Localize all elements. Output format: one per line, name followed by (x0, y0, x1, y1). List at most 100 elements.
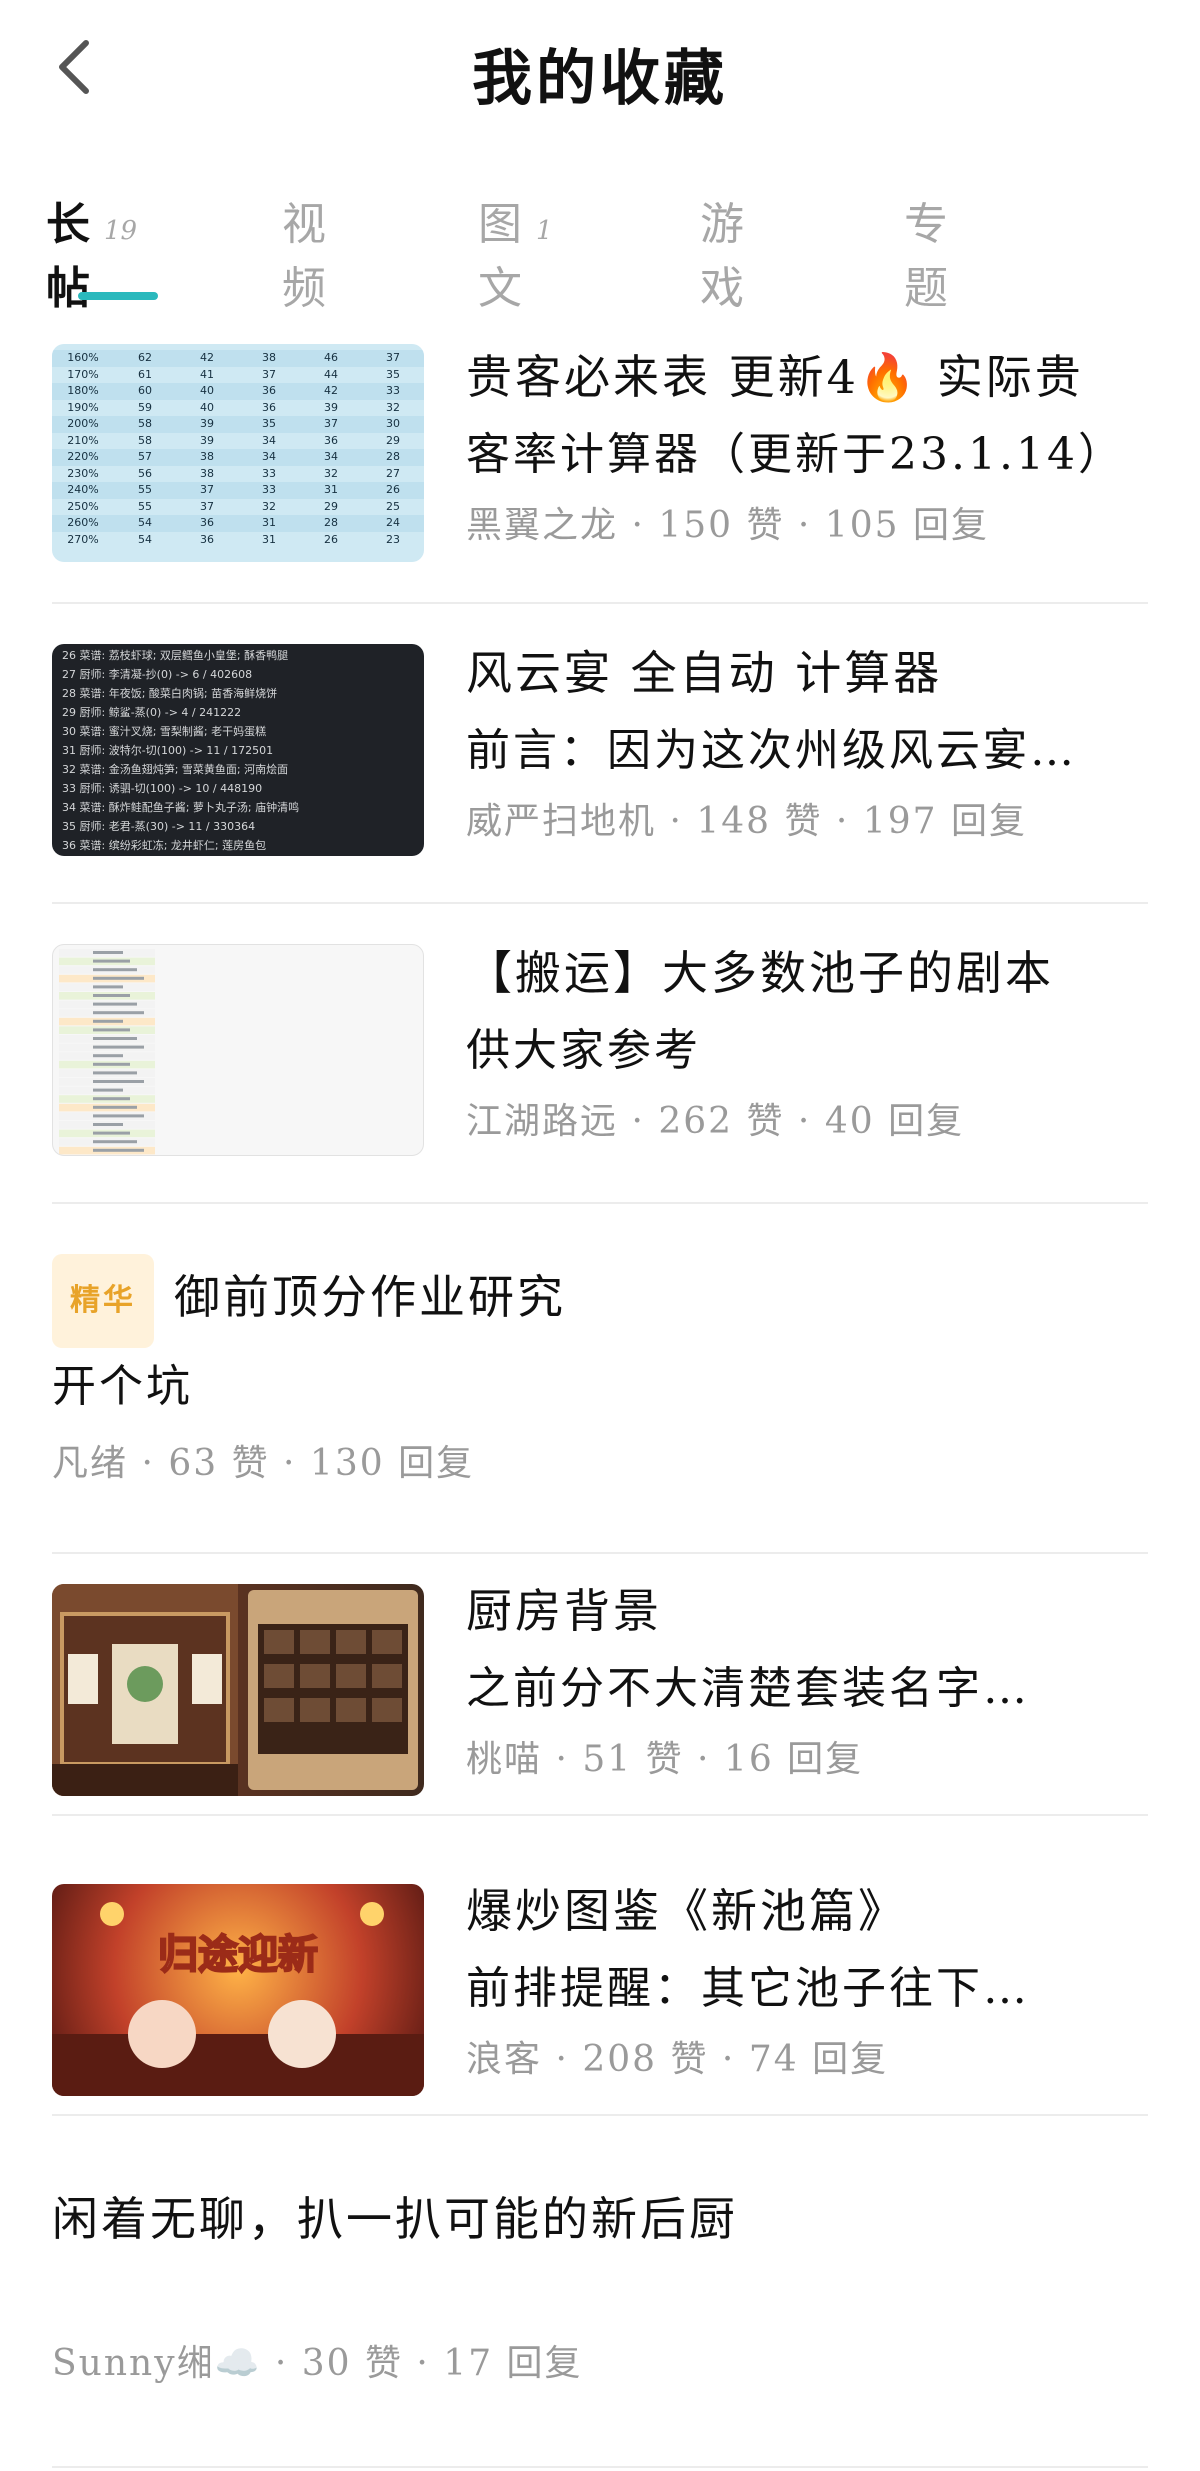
list-item[interactable]: 26 菜谱: 荔枝虾球; 双层鳕鱼小皇堡; 酥香鸭腿 27 厨师: 李清凝-抄(0… (52, 640, 1148, 904)
list-item[interactable]: 精华 御前顶分作业研究 开个坑 凡绪 · 63 赞 · 130 回复 (52, 1240, 1148, 1554)
banner-text: 归途迎新 (158, 1931, 318, 1978)
item-meta: 黑翼之龙 · 150 赞 · 105 回复 (466, 505, 989, 546)
item-title: 厨房背景 (466, 1584, 662, 1638)
thumb-table-cell: 37 (324, 417, 338, 430)
sheet-cell-text (93, 968, 137, 972)
thumb-code-line: 29 厨师: 鲸鲨-蒸(0) -> 4 / 241222 (62, 706, 242, 719)
sheet-cell-text (93, 1062, 130, 1066)
thumb-code-line: 32 菜谱: 金汤鱼翅炖笋; 雪菜黄鱼面; 河南烩面 (62, 763, 289, 776)
item-excerpt: 供大家参考 (466, 1025, 701, 1076)
sheet-cell-text (93, 1011, 144, 1015)
thumb-table-cell: 37 (386, 351, 400, 364)
item-title: 御前顶分作业研究 (174, 1270, 566, 1324)
item-title: 闲着无聊，扒一扒可能的新后厨 (52, 2192, 738, 2246)
sheet-cell-text (93, 1131, 130, 1135)
thumb-table-cell: 23 (386, 532, 400, 546)
thumb-table-row: 270% 54 36 31 26 23 (52, 532, 424, 549)
sheet-cell-text (93, 1148, 144, 1152)
item-title: 【搬运】大多数池子的剧本 (466, 946, 1054, 1000)
item-thumbnail (52, 1584, 424, 1796)
thumb-table-cell: 44 (324, 367, 338, 381)
thumb-table-cell: 24 (386, 516, 400, 529)
thumb-table-cell: 39 (200, 433, 214, 447)
item-excerpt: 前言：因为这次州级风云宴… (466, 725, 1077, 776)
tab-label: 专题 (904, 199, 954, 314)
thumb-table-cell: 25 (386, 499, 400, 513)
sheet-cell-text (93, 1123, 123, 1126)
thumb-table-cell: 40 (200, 400, 214, 414)
item-excerpt: 前排提醒：其它池子往下… (466, 1963, 1030, 2014)
item-title: 贵客必来表 更新4🔥 实际贵 (466, 350, 1084, 404)
thumb-table-cell: 170% (67, 367, 99, 381)
page-title: 我的收藏 (472, 44, 728, 114)
sheet-cell-text (93, 1105, 137, 1109)
thumb-table-cell: 36 (262, 400, 276, 414)
thumb-table-cell: 33 (262, 466, 276, 480)
sheet-cell-text (93, 1080, 144, 1083)
thumb-table-cell: 240% (67, 483, 99, 496)
thumb-table-cell: 34 (324, 450, 338, 463)
list-item[interactable]: 160% 62 42 38 46 37 170% 61 41 37 44 35 180% 60 40 36 42… (52, 340, 1148, 604)
item-thumbnail: 归途迎新 (52, 1884, 424, 2096)
list-item[interactable]: 归途迎新 爆炒图鉴《新池篇》 前排提醒：其它池子往下… 浪客 · 208 赞 ·… (52, 1852, 1148, 2116)
active-tab-indicator (78, 292, 158, 300)
thumb-table-cell: 61 (138, 367, 152, 381)
list-item[interactable]: 【搬运】大多数池子的剧本 供大家参考 江湖路远 · 262 赞 · 40 回复 (52, 940, 1148, 1204)
sheet-cell-text (93, 951, 123, 954)
thumb-table-cell: 36 (200, 532, 214, 546)
thumb-table-cell: 40 (200, 384, 214, 397)
thumb-table-cell: 28 (324, 516, 338, 529)
thumb-table-cell: 42 (200, 351, 214, 364)
thumb-table-cell: 46 (324, 351, 338, 364)
thumb-table-cell: 34 (262, 450, 276, 463)
thumb-table-cell: 59 (138, 400, 152, 414)
thumb-table-cell: 38 (200, 466, 214, 480)
thumb-table-cell: 32 (386, 400, 400, 414)
list-item[interactable]: 闲着无聊，扒一扒可能的新后厨 Sunny缃☁️ · 30 赞 · 17 回复 (52, 2152, 1148, 2468)
thumb-table-cell: 58 (138, 433, 152, 447)
thumb-table-row: 180% 60 40 36 42 33 (52, 383, 424, 400)
thumb-table-row: 260% 54 36 31 28 24 (52, 515, 424, 532)
thumb-table-cell: 26 (324, 532, 338, 546)
thumb-table-cell: 32 (262, 499, 276, 513)
sheet-cell-text (93, 959, 130, 963)
thumb-table-cell: 36 (200, 516, 214, 529)
thumb-table-cell: 37 (200, 483, 214, 496)
item-meta: 凡绪 · 63 赞 · 130 回复 (52, 1443, 475, 1484)
thumb-table-cell: 31 (324, 483, 338, 496)
tab-image-text[interactable]: 图文 1 (478, 188, 553, 314)
tab-topics[interactable]: 专题 (904, 188, 954, 314)
sheet-cell-text (93, 1002, 137, 1006)
thumb-table-cell: 200% (67, 417, 99, 430)
sheet-cell-text (93, 1088, 123, 1092)
thumb-table-cell: 29 (386, 433, 400, 447)
thumb-table-cell: 230% (67, 466, 99, 480)
list-item[interactable]: 厨房背景 之前分不大清楚套装名字… 桃喵 · 51 赞 · 16 回复 (52, 1552, 1148, 1816)
thumb-table-cell: 42 (324, 384, 338, 397)
thumb-table-cell: 39 (200, 417, 214, 430)
thumb-table-row: 170% 61 41 37 44 35 (52, 367, 424, 384)
thumb-table-cell: 41 (200, 367, 214, 381)
tab-videos[interactable]: 视频 (282, 188, 332, 314)
item-meta: Sunny缃☁️ · 30 赞 · 17 回复 (52, 2343, 583, 2384)
sheet-cell-text (93, 1114, 144, 1118)
tab-long-posts[interactable]: 长帖 19 (46, 188, 137, 314)
header: 我的收藏 (0, 0, 1200, 140)
thumb-table-cell: 31 (262, 532, 276, 546)
thumb-code-line: 30 菜谱: 蜜汁叉烧; 雪梨制酱; 老干妈蛋糕 (62, 725, 267, 738)
thumb-table-cell: 54 (138, 532, 152, 546)
thumb-table-cell: 56 (138, 466, 152, 480)
thumb-table-cell: 220% (67, 450, 99, 463)
thumb-code-line: 26 菜谱: 荔枝虾球; 双层鳕鱼小皇堡; 酥香鸭腿 (62, 649, 289, 662)
sheet-cell-text (93, 985, 123, 989)
thumb-table-cell: 29 (324, 499, 338, 513)
thumb-table-cell: 38 (200, 450, 214, 463)
thumb-code-line: 27 厨师: 李清凝-抄(0) -> 6 / 402608 (62, 668, 253, 681)
thumb-table-cell: 39 (324, 400, 338, 414)
item-thumbnail (52, 944, 424, 1156)
thumb-code-line: 36 菜谱: 缤纷彩虹冻; 龙井虾仁; 莲房鱼包 (62, 839, 267, 852)
tab-games[interactable]: 游戏 (700, 188, 750, 314)
thumb-table-row: 220% 57 38 34 34 28 (52, 449, 424, 466)
tab-label: 图文 (478, 199, 528, 314)
item-excerpt: 之前分不大清楚套装名字… (466, 1663, 1030, 1714)
